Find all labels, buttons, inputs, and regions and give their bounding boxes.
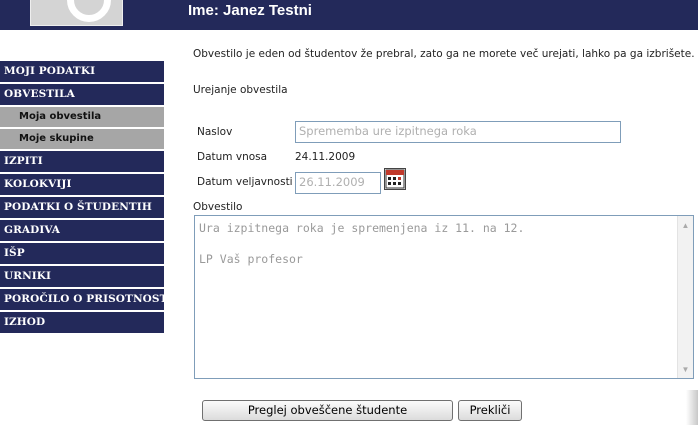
sidebar-subitem-moja-obvestila[interactable]: Moja obvestila bbox=[0, 107, 164, 127]
obvestilo-label: Obvestilo bbox=[193, 201, 243, 213]
sidebar-item-gradiva[interactable]: GRADIVA bbox=[0, 220, 164, 241]
notice-text: Obvestilo je eden od študentov že prebra… bbox=[193, 48, 695, 60]
sidebar-item-porocilo-o-prisotnosti[interactable]: POROČILO O PRISOTNOSTI bbox=[0, 289, 164, 310]
user-name: Ime: Janez Testni bbox=[188, 2, 312, 19]
naslov-input[interactable]: Sprememba ure izpitnega roka bbox=[295, 121, 621, 143]
sidebar-item-kolokviji[interactable]: KOLOKVIJI bbox=[0, 174, 164, 195]
sidebar-subitem-moje-skupine[interactable]: Moje skupine bbox=[0, 129, 164, 149]
obvestilo-line-1: Ura izpitnega roka je spremenjena iz 11.… bbox=[199, 221, 525, 235]
sidebar-item-isp[interactable]: IŠP bbox=[0, 243, 164, 264]
obvestilo-line-2: LP Vaš profesor bbox=[199, 252, 303, 266]
window-edge-shadow bbox=[686, 390, 698, 425]
section-title: Urejanje obvestila bbox=[193, 84, 288, 96]
datum-vnosa-value: 24.11.2009 bbox=[295, 151, 356, 163]
datum-vnosa-label: Datum vnosa bbox=[197, 151, 268, 163]
header-bar: Ime: Janez Testni bbox=[0, 0, 698, 30]
sidebar-item-urniki[interactable]: URNIKI bbox=[0, 266, 164, 287]
sidebar-item-moji-podatki[interactable]: MOJI PODATKI bbox=[0, 61, 164, 82]
sidebar-item-podatki-o-studentih[interactable]: PODATKI O ŠTUDENTIH bbox=[0, 197, 164, 218]
preklici-button[interactable]: Prekliči bbox=[458, 400, 522, 421]
datum-veljavnosti-label: Datum veljavnosti bbox=[197, 176, 293, 188]
sidebar-nav: MOJI PODATKI OBVESTILA Moja obvestila Mo… bbox=[0, 61, 164, 335]
logo bbox=[30, 0, 123, 26]
textarea-scrollbar[interactable]: ▲ ▼ bbox=[677, 216, 693, 378]
datum-veljavnosti-input[interactable]: 26.11.2009 bbox=[295, 172, 381, 194]
sidebar-item-izhod[interactable]: IZHOD bbox=[0, 312, 164, 333]
scroll-up-arrow-icon[interactable]: ▲ bbox=[678, 217, 693, 233]
sidebar-item-obvestila[interactable]: OBVESTILA bbox=[0, 84, 164, 105]
preglej-obvescene-studente-button[interactable]: Preglej obveščene študente bbox=[202, 400, 453, 421]
sidebar-item-izpiti[interactable]: IZPITI bbox=[0, 151, 164, 172]
naslov-label: Naslov bbox=[197, 126, 233, 138]
calendar-icon[interactable] bbox=[384, 168, 406, 190]
obvestilo-textarea[interactable]: Ura izpitnega roka je spremenjena iz 11.… bbox=[194, 215, 694, 379]
logo-circle bbox=[67, 0, 111, 22]
scroll-down-arrow-icon[interactable]: ▼ bbox=[678, 361, 693, 377]
